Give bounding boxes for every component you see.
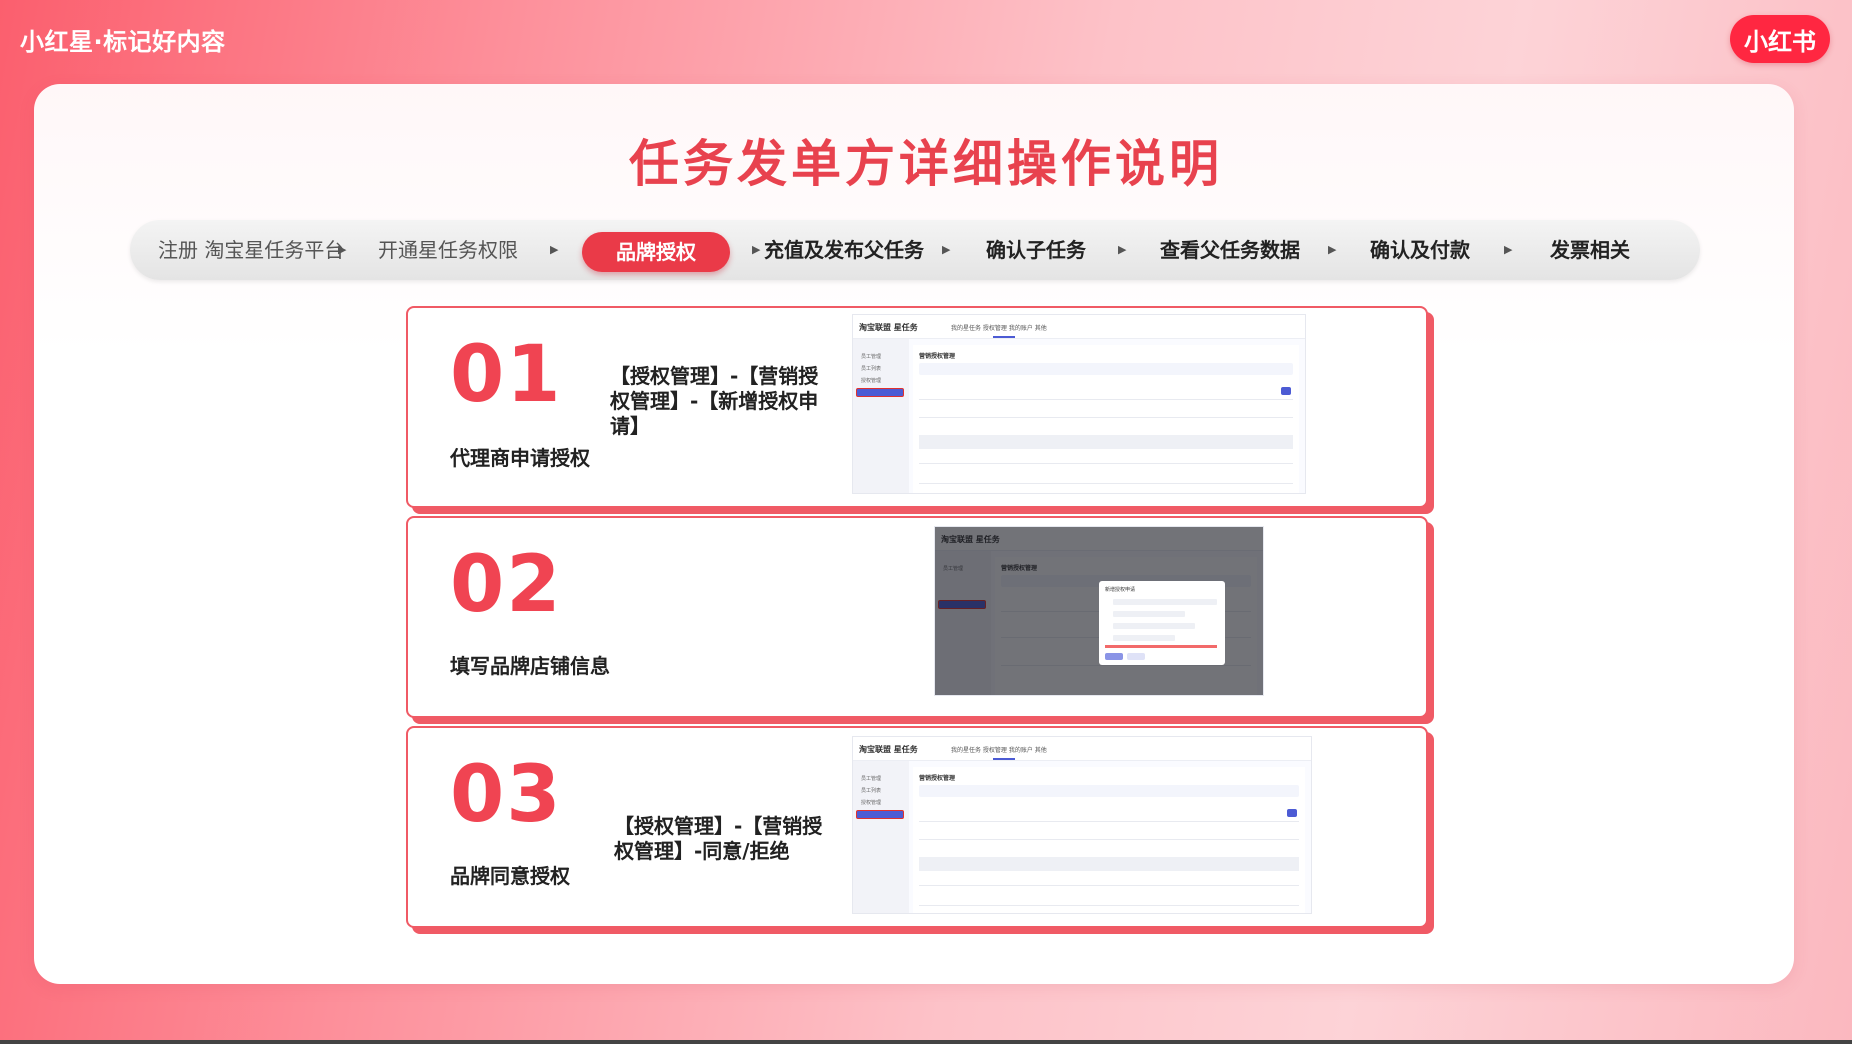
step-arrow-icon: ▶ <box>942 243 951 256</box>
step-open-permission[interactable]: 开通星任务权限 <box>378 220 518 280</box>
step-arrow-icon: ▶ <box>338 243 347 256</box>
step-label: 填写品牌店铺信息 <box>450 654 610 678</box>
step-brand-auth[interactable]: 品牌授权 <box>582 232 730 272</box>
step-confirm-pay[interactable]: 确认及付款 <box>1370 220 1470 280</box>
step-arrow-icon: ▶ <box>1504 243 1513 256</box>
step-number: 03 <box>450 750 563 840</box>
mock-nav: 我的星任务 授权管理 我的账户 其他 <box>951 747 1047 754</box>
step-nav-bar: 注册 淘宝星任务平台 ▶ 开通星任务权限 ▶ 品牌授权 ▶ 充值及发布父任务 ▶… <box>130 220 1700 280</box>
mock-sidebar-item: 员工列表 <box>861 788 882 794</box>
step-arrow-icon: ▶ <box>752 243 761 256</box>
step-number: 01 <box>450 330 563 420</box>
step-arrow-icon: ▶ <box>550 243 559 256</box>
mock-logo: 淘宝联盟 星任务 <box>859 745 918 754</box>
mock-dialog-title: 新增授权申请 <box>1105 587 1136 593</box>
bottom-divider <box>0 1040 1852 1044</box>
step-recharge-publish[interactable]: 充值及发布父任务 <box>764 220 924 280</box>
step-arrow-icon: ▶ <box>1328 243 1337 256</box>
mock-sidebar-item: 员工管理 <box>861 776 882 782</box>
mock-heading: 营销授权管理 <box>919 775 956 782</box>
screenshot-fill-store-info: 淘宝联盟 星任务 员工管理 营销授权管理 新增授权申请 <box>934 526 1264 696</box>
brand-title: 小红星·标记好内容 <box>20 28 226 56</box>
mock-dialog: 新增授权申请 <box>1099 581 1225 665</box>
step-description: 【授权管理】-【营销授权管理】-【新增授权申请】 <box>610 364 819 438</box>
screenshot-auth-management: 淘宝联盟 星任务 我的星任务 授权管理 我的账户 其他 员工管理 员工列表 授权管… <box>852 314 1306 494</box>
xiaohongshu-logo: 小红书 <box>1730 15 1830 63</box>
step-card-01: 01 代理商申请授权 【授权管理】-【营销授权管理】-【新增授权申请】 淘宝联盟… <box>406 306 1428 508</box>
mock-heading: 营销授权管理 <box>919 353 956 360</box>
mock-sidebar-item: 员工列表 <box>861 366 882 372</box>
step-number: 02 <box>450 540 563 630</box>
screenshot-brand-approve: 淘宝联盟 星任务 我的星任务 授权管理 我的账户 其他 员工管理 员工列表 授权管… <box>852 736 1312 914</box>
step-register[interactable]: 注册 淘宝星任务平台 <box>158 220 344 280</box>
step-label: 代理商申请授权 <box>450 446 590 470</box>
page-title: 任务发单方详细操作说明 <box>629 135 1223 193</box>
mock-logo: 淘宝联盟 星任务 <box>859 323 918 332</box>
step-card-02: 02 填写品牌店铺信息 淘宝联盟 星任务 员工管理 营销授权管理 新增授权申请 <box>406 516 1428 718</box>
mock-nav: 我的星任务 授权管理 我的账户 其他 <box>951 325 1047 332</box>
step-arrow-icon: ▶ <box>1118 243 1127 256</box>
step-label: 品牌同意授权 <box>450 864 570 888</box>
step-card-03: 03 品牌同意授权 【授权管理】-【营销授权管理】-同意/拒绝 淘宝联盟 星任务… <box>406 726 1428 928</box>
mock-sidebar-item: 授权管理 <box>861 800 882 806</box>
mock-sidebar-item: 授权管理 <box>861 378 882 384</box>
mock-sidebar-item: 员工管理 <box>861 354 882 360</box>
step-invoice[interactable]: 发票相关 <box>1550 220 1630 280</box>
step-description: 【授权管理】-【营销授权管理】-同意/拒绝 <box>614 814 823 863</box>
step-view-data[interactable]: 查看父任务数据 <box>1160 220 1300 280</box>
step-confirm-subtask[interactable]: 确认子任务 <box>986 220 1086 280</box>
